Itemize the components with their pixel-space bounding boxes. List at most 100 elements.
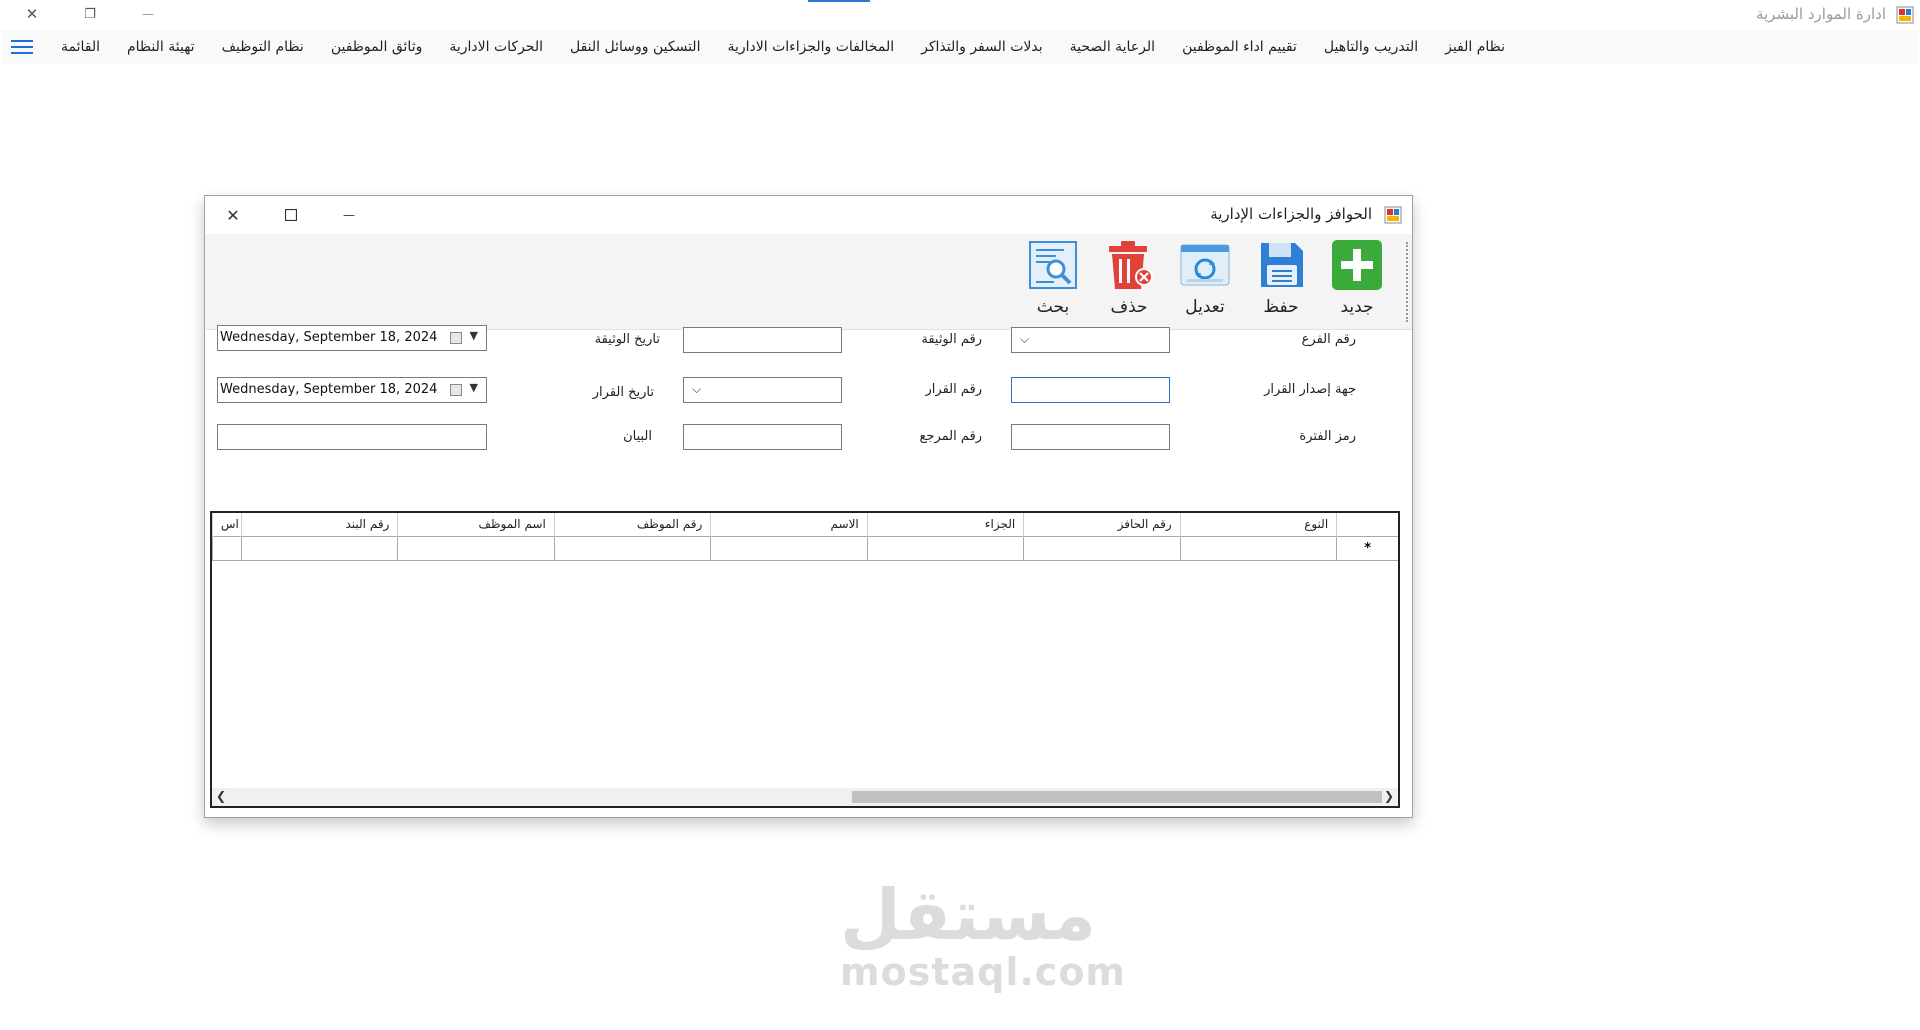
menu-item-main[interactable]: القائمة [61,39,100,55]
trash-icon [1109,241,1153,289]
new-label: جديد [1340,297,1374,317]
dropdown-arrow-icon[interactable]: ▼ [470,381,478,394]
app-title: ادارة الموارد البشرية [1755,5,1886,23]
dropdown-arrow-icon[interactable]: ▼ [470,329,478,342]
menu-item-healthcare[interactable]: الرعاية الصحية [1070,39,1155,55]
search-button[interactable]: بحث [1021,234,1085,330]
chevron-down-icon: ⌵ [1020,332,1030,346]
hamburger-menu-icon[interactable] [10,37,34,57]
doc-date-label: تاريخ الوثيقة [594,332,660,347]
menu-item-travel-allowances[interactable]: بدلات السفر والتذاكر [921,39,1043,55]
form-icon [1384,206,1402,224]
plus-icon [1332,240,1382,290]
doc-no-label: رقم الوثيقة [921,332,982,347]
refresh-window-icon [1180,244,1230,286]
search-document-icon [1029,241,1077,289]
menu-item-recruitment[interactable]: نظام التوظيف [222,39,304,55]
decision-date-value: Wednesday, September 18, 2024 [220,382,438,397]
horizontal-scrollbar[interactable]: ❮ ❯ [212,788,1398,806]
edit-button[interactable]: تعديل [1173,234,1237,330]
statement-label: البيان [623,429,652,444]
search-label: بحث [1036,297,1070,317]
toolbar: جديد حفظ تعديل حذف بحث [205,234,1412,330]
scroll-left-icon[interactable]: ❮ [216,789,226,803]
watermark-english: mostaql.com [840,950,1127,994]
form-maximize-icon[interactable] [271,200,311,230]
cell-incentive-no[interactable] [1023,537,1179,561]
decision-date-label: تاريخ القرار [592,385,654,400]
chevron-down-icon: ⌵ [692,382,702,396]
col-header-incentive-no[interactable]: رقم الحافز [1023,513,1179,537]
cell-item-no[interactable] [240,537,397,561]
cell-employee-name[interactable] [397,537,553,561]
new-row-marker: * [1336,537,1398,561]
decision-no-label: رقم القرار [925,382,983,397]
period-code-label: رمز الفترة [1299,429,1356,444]
cell-employee-no[interactable] [553,537,710,561]
col-header-item-no[interactable]: رقم البند [240,513,397,537]
col-header-penalty[interactable]: الجزاء [866,513,1023,537]
decision-no-combo[interactable]: ⌵ [683,377,842,403]
watermark-arabic: مستقل [840,874,1097,956]
calendar-icon [450,384,462,396]
col-header-name[interactable]: الاسم [710,513,866,537]
cell-truncated[interactable] [212,537,241,561]
form-close-icon[interactable]: ✕ [213,200,253,230]
col-header-type[interactable]: النوع [1179,513,1336,537]
scroll-right-icon[interactable]: ❯ [1384,789,1394,803]
menu-item-system-setup[interactable]: تهيئة النظام [127,39,195,55]
menu-item-training[interactable]: التدريب والتاهيل [1324,39,1418,55]
close-button[interactable]: ✕ [4,0,60,28]
form-title: الحوافز والجزاءات الإدارية [1210,205,1372,223]
branch-no-combo[interactable]: ⌵ [1011,327,1170,353]
calendar-icon [450,332,462,344]
save-button[interactable]: حفظ [1249,234,1313,330]
restore-button[interactable]: ❐ [62,0,118,28]
doc-date-value: Wednesday, September 18, 2024 [220,330,438,345]
issuer-input[interactable] [1011,377,1170,403]
form-minimize-icon[interactable]: — [329,200,369,230]
grid-header: النوع رقم الحافز الجزاء الاسم رقم الموظف… [212,513,1398,537]
new-button[interactable]: جديد [1325,234,1389,330]
col-header-employee-name[interactable]: اسم الموظف [397,513,553,537]
doc-date-picker[interactable]: Wednesday, September 18, 2024 ▼ [217,325,487,351]
save-label: حفظ [1263,297,1299,317]
ref-no-label: رقم المرجع [919,429,983,444]
ref-no-input[interactable] [683,424,842,450]
delete-button[interactable]: حذف [1097,234,1161,330]
cell-type[interactable] [1179,537,1336,561]
watermark-logo: مستقل mostaql.com [840,874,1127,994]
form-title-bar: ✕ — الحوافز والجزاءات الإدارية [205,196,1412,234]
table-row[interactable]: * [212,537,1398,561]
accent-line [808,0,870,2]
main-title-bar: ✕ ❐ — ادارة الموارد البشرية [0,0,1920,30]
col-header-truncated[interactable]: اس [212,513,241,537]
doc-no-input[interactable] [683,327,842,353]
menu-item-performance[interactable]: تقييم اداء الموظفين [1182,39,1297,55]
menu-item-admin-movements[interactable]: الحركات الادارية [449,39,543,55]
save-icon [1261,243,1303,287]
cell-penalty[interactable] [866,537,1023,561]
cell-name[interactable] [710,537,866,561]
statement-input[interactable] [217,424,487,450]
decision-date-picker[interactable]: Wednesday, September 18, 2024 ▼ [217,377,487,403]
edit-label: تعديل [1185,297,1225,317]
app-window: ✕ ❐ — ادارة الموارد البشرية القائمة تهيئ… [0,0,1920,1030]
col-header-employee-no[interactable]: رقم الموظف [553,513,710,537]
period-code-input[interactable] [1011,424,1170,450]
toolbar-grip[interactable] [1406,242,1408,322]
row-header-corner [1336,513,1398,537]
delete-label: حذف [1110,297,1148,317]
scrollbar-thumb[interactable] [852,791,1382,803]
menu-bar: القائمة تهيئة النظام نظام التوظيف وثائق … [2,30,1918,64]
menu-item-visa[interactable]: نظام الفيز [1445,39,1505,55]
minimize-button[interactable]: — [120,0,176,28]
app-icon [1896,6,1914,24]
menu-item-housing-transport[interactable]: التسكين ووسائل النقل [570,39,700,55]
incentives-penalties-form: ✕ — الحوافز والجزاءات الإدارية جديد حفظ … [204,195,1413,818]
menu-item-violations-penalties[interactable]: المخالفات والجزاءات الادارية [727,39,894,55]
issuer-label: جهة إصدار القرار [1264,382,1356,397]
menu-item-employee-documents[interactable]: وثائق الموظفين [331,39,423,55]
branch-no-label: رقم الفرع [1301,332,1356,347]
details-grid[interactable]: النوع رقم الحافز الجزاء الاسم رقم الموظف… [210,511,1400,808]
